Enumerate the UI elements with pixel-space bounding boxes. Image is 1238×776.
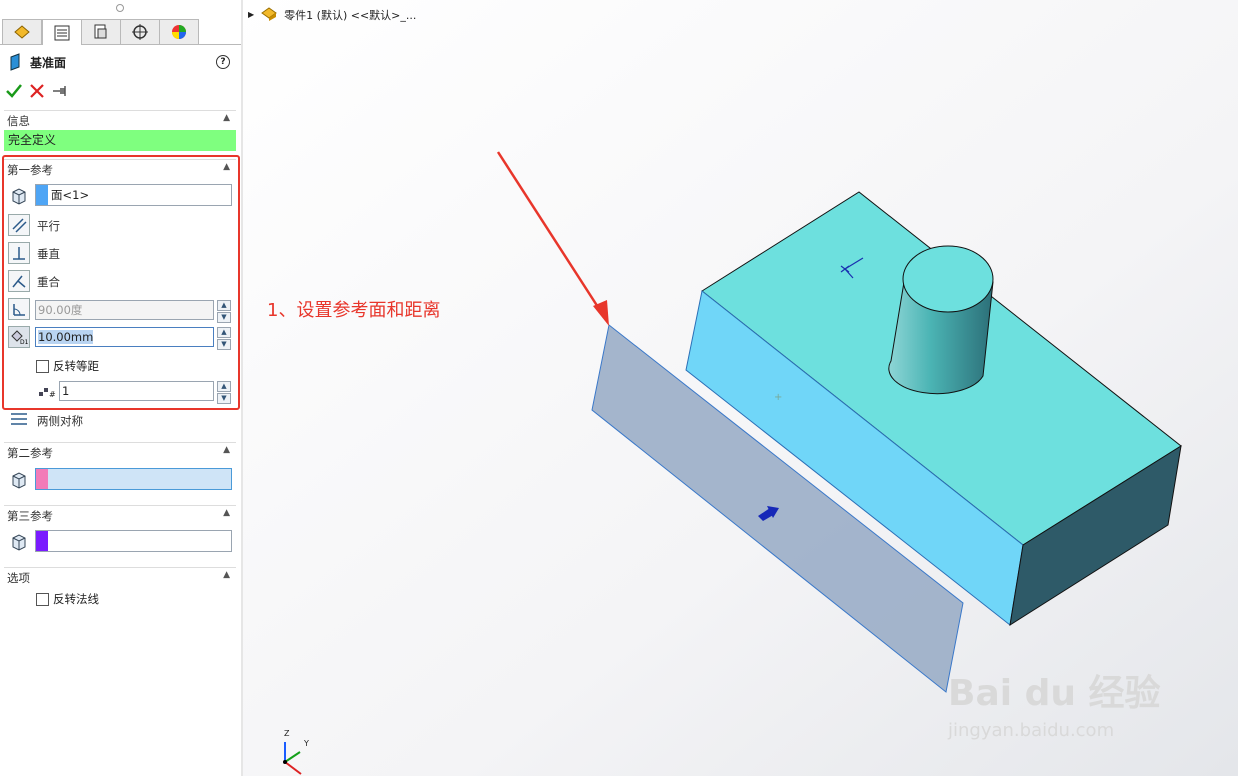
distance-input[interactable]: 10.00mm — [35, 327, 214, 347]
baidu-watermark: Bai du 经验 — [948, 673, 1161, 714]
angle-input[interactable]: 90.00度 — [35, 300, 214, 320]
first-ref-selection-box[interactable]: 面<1> — [35, 184, 232, 206]
parallel-button[interactable] — [8, 214, 30, 236]
dimxpert-icon — [132, 24, 148, 40]
feature-tree-flyout[interactable]: ▶ 零件1 (默认) <<默认>_... — [248, 5, 416, 24]
chevron-up-icon[interactable]: ▲ — [223, 162, 230, 172]
face-select-icon — [8, 531, 30, 553]
third-ref-selection-box[interactable] — [35, 530, 232, 552]
display-manager-tab[interactable] — [159, 19, 199, 44]
property-manager-panel: 基准面 ? 信息 ▲ 完全定义 第一参考 ▲ 面<1> 平行 垂直 重合 90.… — [0, 0, 242, 776]
feature-manager-tab[interactable] — [2, 19, 42, 44]
triad-y-label: Y — [304, 739, 309, 748]
flip-offset-label: 反转等距 — [53, 359, 99, 373]
help-button[interactable]: ? — [216, 55, 230, 69]
property-manager-icon — [54, 25, 70, 40]
panel-splitter[interactable] — [241, 0, 243, 776]
options-section-header[interactable]: 选项 ▲ — [4, 567, 236, 585]
angle-icon — [13, 304, 25, 316]
angle-button[interactable] — [8, 298, 30, 320]
chevron-up-icon[interactable]: ▲ — [223, 508, 230, 518]
chevron-up-icon[interactable]: ▲ — [223, 113, 230, 123]
third-ref-color-swatch — [36, 531, 48, 551]
mid-plane-label[interactable]: 两侧对称 — [37, 413, 83, 429]
annotation-arrow — [496, 151, 607, 319]
perpendicular-label: 垂直 — [37, 247, 60, 261]
face-select-icon — [8, 185, 30, 207]
part-icon — [260, 5, 278, 24]
angle-spinner[interactable]: ▲ ▼ — [217, 300, 231, 323]
check-icon — [6, 84, 22, 98]
coincident-button[interactable] — [8, 270, 30, 292]
pm-header: 基准面 — [8, 53, 66, 71]
first-ref-selection[interactable]: 面<1> — [48, 187, 89, 203]
first-ref-section-header[interactable]: 第一参考 ▲ — [4, 159, 236, 177]
pm-title: 基准面 — [30, 55, 67, 70]
triangle-right-icon[interactable]: ▶ — [248, 10, 254, 19]
flip-normal-label: 反转法线 — [53, 592, 99, 606]
flip-offset-checkbox[interactable]: 反转等距 — [36, 358, 99, 374]
second-ref-color-swatch — [36, 469, 48, 489]
baidu-watermark-url: jingyan.baidu.com — [948, 720, 1115, 741]
triad-z-label: Z — [284, 729, 290, 738]
mid-plane-icon[interactable] — [8, 408, 30, 430]
panel-grip[interactable] — [116, 4, 124, 12]
distance-spinner[interactable]: ▲ ▼ — [217, 327, 231, 350]
perpendicular-button[interactable] — [8, 242, 30, 264]
pm-actions — [6, 84, 68, 101]
model-view[interactable]: + — [243, 0, 1238, 776]
manager-tabs — [0, 18, 241, 45]
first-ref-color-swatch — [36, 185, 48, 205]
plane-count-spinner[interactable]: ▲ ▼ — [217, 381, 231, 404]
distance-value[interactable]: 10.00mm — [38, 330, 94, 344]
ok-button[interactable] — [6, 84, 22, 101]
perpendicular-icon — [13, 247, 25, 260]
chevron-up-icon[interactable]: ▲ — [223, 445, 230, 455]
config-manager-icon — [94, 24, 107, 39]
info-section-header[interactable]: 信息 ▲ — [4, 110, 236, 128]
pin-button[interactable] — [52, 85, 68, 100]
config-manager-tab[interactable] — [81, 19, 121, 44]
svg-text:D1: D1 — [20, 339, 28, 346]
display-manager-icon — [172, 25, 186, 39]
svg-text:#: # — [49, 390, 56, 399]
flip-normal-checkbox[interactable]: 反转法线 — [36, 591, 99, 607]
chevron-up-icon[interactable]: ▲ — [223, 570, 230, 580]
dimxpert-tab[interactable] — [120, 19, 160, 44]
property-manager-tab[interactable] — [42, 19, 82, 45]
options-title: 选项 — [7, 571, 30, 585]
first-ref-title: 第一参考 — [7, 163, 53, 177]
face-select-icon — [8, 469, 30, 491]
coincident-label: 重合 — [37, 275, 60, 289]
third-ref-section-header[interactable]: 第三参考 ▲ — [4, 505, 236, 523]
flip-offset-box[interactable] — [36, 359, 49, 373]
coincident-icon — [12, 275, 26, 288]
plane-count-input[interactable]: 1 — [59, 381, 214, 401]
second-ref-selection-box[interactable] — [35, 468, 232, 490]
status-message: 完全定义 — [4, 130, 236, 151]
view-triad — [283, 742, 302, 775]
annotation-text: 1、设置参考面和距离 — [267, 300, 441, 321]
part-label[interactable]: 零件1 (默认) <<默认>_... — [284, 7, 416, 23]
parallel-label: 平行 — [37, 219, 60, 233]
second-ref-section-header[interactable]: 第二参考 ▲ — [4, 442, 236, 460]
close-icon — [30, 84, 44, 98]
info-section-title: 信息 — [7, 114, 30, 128]
parallel-icon — [12, 218, 27, 233]
plane-feature-icon — [10, 53, 20, 71]
offset-distance-button[interactable]: D1 — [8, 326, 30, 348]
plane-center-mark: + — [774, 392, 782, 403]
feature-manager-icon — [14, 25, 30, 39]
cancel-button[interactable] — [30, 84, 44, 101]
plane-count-icon: # — [38, 383, 56, 402]
flip-normal-box[interactable] — [36, 592, 49, 606]
offset-distance-icon: D1 — [11, 330, 28, 346]
pushpin-icon — [53, 86, 66, 96]
second-ref-title: 第二参考 — [7, 446, 53, 460]
boss-top-face[interactable] — [902, 245, 994, 313]
third-ref-title: 第三参考 — [7, 509, 53, 523]
